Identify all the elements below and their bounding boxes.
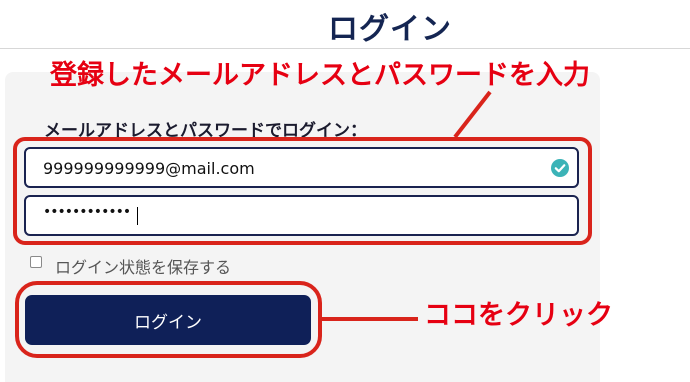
page-title: ログイン bbox=[328, 12, 452, 47]
remember-checkbox[interactable] bbox=[30, 256, 42, 268]
highlight-inputs bbox=[13, 137, 592, 245]
annotation-button: ココをクリック bbox=[424, 300, 613, 331]
title-divider bbox=[0, 48, 690, 49]
highlight-login-button bbox=[15, 281, 322, 358]
remember-label[interactable]: ログイン状態を保存する bbox=[55, 254, 231, 278]
annotation-inputs: 登録したメールアドレスとパスワードを入力 bbox=[50, 60, 590, 91]
